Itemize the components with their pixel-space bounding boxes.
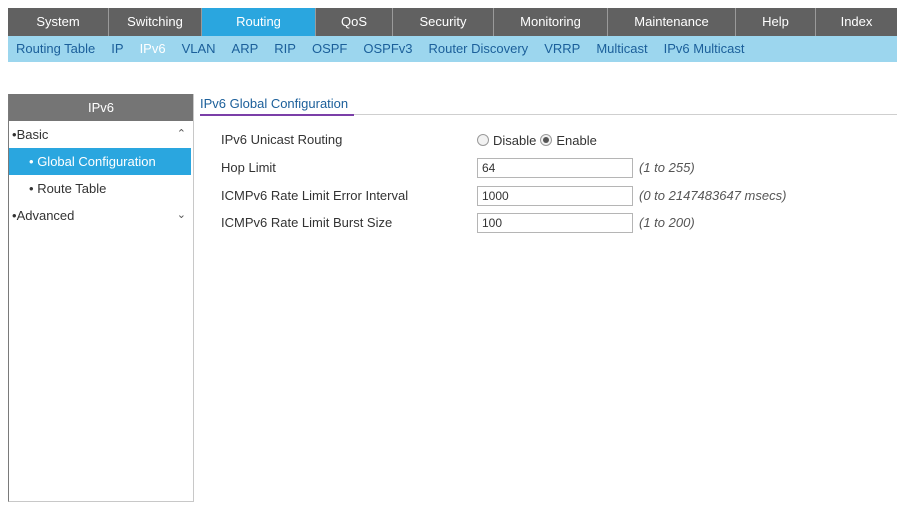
hop-limit-hint: (1 to 255) [639,160,695,175]
sub-nav-multicast[interactable]: Multicast [588,36,655,62]
bullet-icon: • [29,181,34,196]
top-nav-system[interactable]: System [8,8,109,36]
bullet-icon: • [29,154,34,169]
sidebar: IPv6 •Basic ⌃ • Global Configuration • R… [8,94,194,502]
sidebar-item-label: Basic [16,127,49,142]
sidebar-title: IPv6 [9,94,193,121]
sub-nav-vrrp[interactable]: VRRP [536,36,588,62]
top-nav-routing[interactable]: Routing [202,8,316,36]
enable-radio[interactable] [540,134,553,146]
burst-size-row: ICMPv6 Rate Limit Burst Size (1 to 200) [221,212,897,234]
top-nav-help[interactable]: Help [736,8,816,36]
sidebar-item-advanced[interactable]: •Advanced ⌄ [9,202,193,229]
sub-nav-vlan[interactable]: VLAN [174,36,224,62]
error-interval-row: ICMPv6 Rate Limit Error Interval (0 to 2… [221,185,897,207]
sub-nav-routing-table[interactable]: Routing Table [8,36,103,62]
top-nav-switching[interactable]: Switching [109,8,202,36]
top-nav-qos[interactable]: QoS [316,8,393,36]
section-title-underline [200,114,354,116]
enable-radio-label[interactable]: Enable [556,133,596,148]
sidebar-item-route-table[interactable]: • Route Table [9,175,193,202]
sub-nav-ipv6-multicast[interactable]: IPv6 Multicast [656,36,753,62]
sub-nav-arp[interactable]: ARP [224,36,267,62]
sub-nav-rip[interactable]: RIP [266,36,304,62]
burst-size-hint: (1 to 200) [639,215,695,230]
sub-nav-ip[interactable]: IP [103,36,131,62]
chevron-up-icon[interactable]: ⌃ [177,121,186,148]
top-nav-index[interactable]: Index [816,8,897,36]
sidebar-item-label: Advanced [16,208,75,223]
sub-nav-ospf[interactable]: OSPF [304,36,355,62]
unicast-routing-radio-group: Disable Enable [477,129,601,151]
top-nav: System Switching Routing QoS Security Mo… [8,8,897,36]
sub-nav-ipv6[interactable]: IPv6 [132,36,174,62]
error-interval-input[interactable] [477,186,633,206]
sidebar-item-global-configuration[interactable]: • Global Configuration [9,148,191,175]
disable-radio[interactable] [477,134,489,146]
sub-nav-router-discovery[interactable]: Router Discovery [420,36,536,62]
hop-limit-row: Hop Limit (1 to 255) [221,157,897,179]
hop-limit-input[interactable] [477,158,633,178]
hop-limit-label: Hop Limit [221,160,276,175]
top-nav-maintenance[interactable]: Maintenance [608,8,736,36]
top-nav-monitoring[interactable]: Monitoring [494,8,608,36]
sub-nav: Routing Table IP IPv6 VLAN ARP RIP OSPF … [8,36,897,62]
error-interval-label: ICMPv6 Rate Limit Error Interval [221,188,409,203]
unicast-routing-row: IPv6 Unicast Routing Disable Enable [221,129,897,151]
unicast-routing-label: IPv6 Unicast Routing [221,132,343,147]
sub-nav-ospfv3[interactable]: OSPFv3 [355,36,420,62]
section-title: IPv6 Global Configuration [200,96,349,111]
disable-radio-label[interactable]: Disable [493,133,536,148]
error-interval-hint: (0 to 2147483647 msecs) [639,188,787,203]
sidebar-item-label: Global Configuration [37,154,156,169]
sidebar-item-basic[interactable]: •Basic ⌃ [9,121,193,148]
chevron-down-icon[interactable]: ⌄ [177,202,186,229]
burst-size-label: ICMPv6 Rate Limit Burst Size [221,215,393,230]
sidebar-item-label: Route Table [37,181,107,196]
top-nav-security[interactable]: Security [393,8,494,36]
burst-size-input[interactable] [477,213,633,233]
